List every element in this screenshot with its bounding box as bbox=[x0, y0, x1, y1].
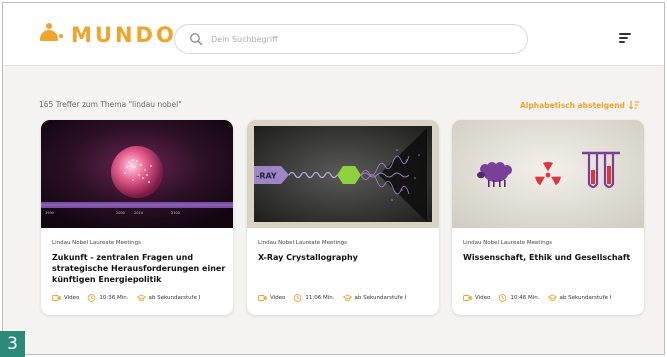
card-title[interactable]: X-Ray Crystallography bbox=[258, 252, 434, 263]
timeline-label-2000: 2000 bbox=[116, 211, 125, 215]
card-title[interactable]: Zukunft - zentralen Fragen und strategis… bbox=[52, 252, 228, 285]
card-level: ab Sekundarstufe I bbox=[354, 295, 407, 301]
results-count: 165 Treffer zum Thema "lindau nobel" bbox=[39, 100, 182, 109]
search-input[interactable] bbox=[211, 34, 511, 44]
figure-number-badge: 3 bbox=[0, 331, 25, 357]
card-type: Video bbox=[64, 295, 80, 301]
graduation-cap-icon bbox=[136, 294, 146, 302]
card-body: Lindau Nobel Laureate Meetings X-Ray Cry… bbox=[247, 228, 439, 315]
xray-label: -RAY bbox=[256, 172, 277, 181]
graduation-cap-icon bbox=[547, 294, 557, 302]
card-thumbnail-ethics bbox=[452, 120, 644, 228]
card-duration: 10:36 Min. bbox=[99, 295, 129, 301]
card-duration: 11:06 Min. bbox=[305, 295, 335, 301]
graduation-cap-icon bbox=[342, 294, 352, 302]
result-card-2[interactable]: -RAY Lindau Nobel Laureate Meetings X-Ra… bbox=[247, 120, 439, 315]
result-card-1[interactable]: 1990 2000 2014 2100 Lindau Nobel Laureat… bbox=[41, 120, 233, 315]
card-thumbnail-xray: -RAY bbox=[247, 120, 439, 228]
card-body: Lindau Nobel Laureate Meetings Wissensch… bbox=[452, 228, 644, 315]
card-level: ab Sekundarstufe I bbox=[148, 295, 201, 301]
video-icon bbox=[463, 295, 472, 301]
filter-menu-icon[interactable] bbox=[619, 32, 633, 44]
card-category: Lindau Nobel Laureate Meetings bbox=[52, 240, 141, 246]
card-duration: 10:46 Min. bbox=[510, 295, 540, 301]
card-type: Video bbox=[475, 295, 491, 301]
timeline-label-2014: 2014 bbox=[134, 211, 144, 215]
video-icon bbox=[52, 295, 61, 301]
header: MUNDO bbox=[3, 3, 664, 66]
sort-dropdown[interactable]: Alphabetisch absteigend bbox=[520, 100, 640, 110]
card-level: ab Sekundarstufe I bbox=[559, 295, 612, 301]
card-meta: Video 10:36 Min. ab Sekundarstufe I bbox=[52, 294, 200, 302]
video-icon bbox=[258, 295, 267, 301]
logo-mark-icon bbox=[37, 22, 63, 48]
app-frame: MUNDO 165 Treffer zum Thema "lindau nobe… bbox=[2, 2, 665, 355]
card-title[interactable]: Wissenschaft, Ethik und Gesellschaft bbox=[463, 252, 639, 263]
card-thumbnail-globe: 1990 2000 2014 2100 bbox=[41, 120, 233, 228]
clock-icon bbox=[294, 294, 302, 302]
search-bar[interactable] bbox=[174, 24, 528, 54]
card-meta: Video 11:06 Min. ab Sekundarstufe I bbox=[258, 294, 406, 302]
result-card-3[interactable]: Lindau Nobel Laureate Meetings Wissensch… bbox=[452, 120, 644, 315]
card-type: Video bbox=[270, 295, 286, 301]
logo[interactable]: MUNDO bbox=[37, 22, 177, 48]
sort-descending-icon bbox=[628, 100, 640, 110]
card-category: Lindau Nobel Laureate Meetings bbox=[258, 240, 347, 246]
search-icon bbox=[190, 33, 203, 46]
card-meta: Video 10:46 Min. ab Sekundarstufe I bbox=[463, 294, 611, 302]
card-category: Lindau Nobel Laureate Meetings bbox=[463, 240, 552, 246]
logo-text: MUNDO bbox=[71, 23, 177, 47]
card-body: Lindau Nobel Laureate Meetings Zukunft -… bbox=[41, 228, 233, 315]
clock-icon bbox=[88, 294, 96, 302]
clock-icon bbox=[499, 294, 507, 302]
sort-label: Alphabetisch absteigend bbox=[520, 100, 625, 110]
timeline-label-2100: 2100 bbox=[171, 211, 180, 215]
timeline-label-1990: 1990 bbox=[45, 211, 54, 215]
